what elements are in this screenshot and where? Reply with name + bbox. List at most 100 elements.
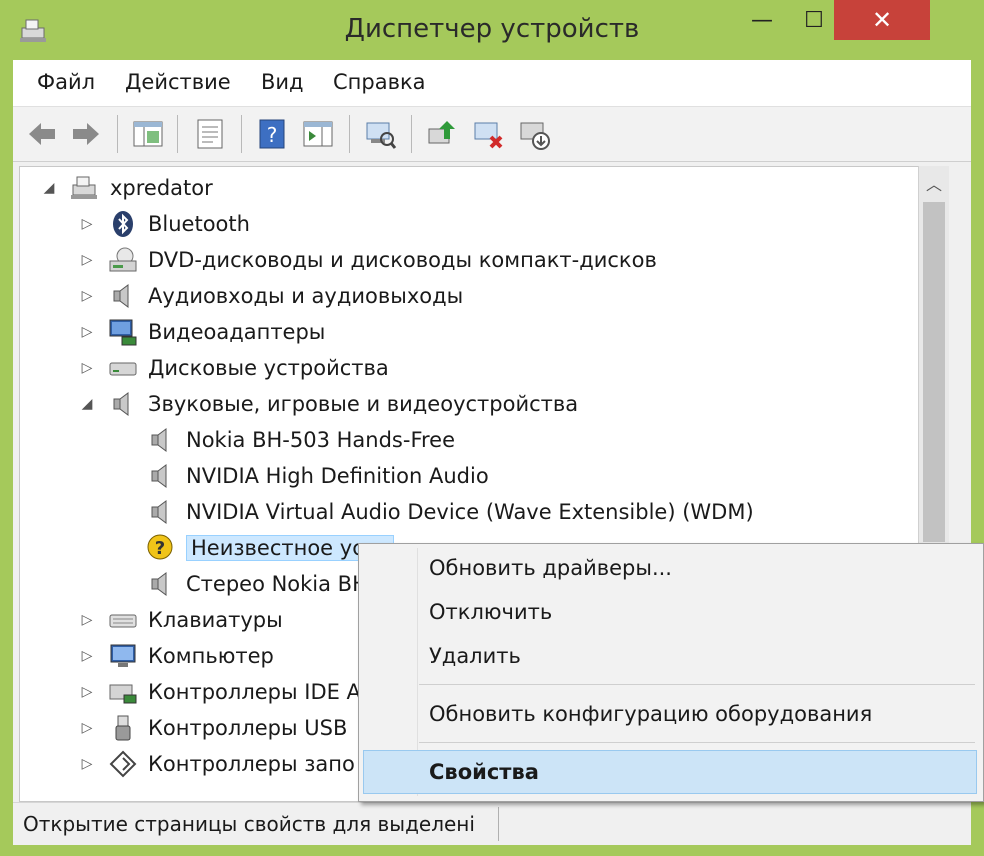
menu-item-uninstall[interactable]: Удалить bbox=[429, 644, 521, 668]
menu-help[interactable]: Справка bbox=[333, 70, 426, 94]
back-icon[interactable] bbox=[25, 117, 59, 151]
ide-controller-icon bbox=[108, 677, 138, 707]
usb-icon bbox=[108, 713, 138, 743]
title-bar[interactable]: Диспетчер устройств — ☐ ✕ bbox=[0, 0, 984, 60]
scan-hardware-icon[interactable] bbox=[363, 117, 397, 151]
tree-child-stereo-nokia[interactable]: Стерео Nokia BH bbox=[146, 567, 368, 601]
expand-arrow-icon[interactable]: ◢ bbox=[78, 396, 96, 412]
tree-child-nvidia-hda[interactable]: NVIDIA High Definition Audio bbox=[146, 459, 489, 493]
display-adapter-icon bbox=[108, 317, 138, 347]
forward-icon[interactable] bbox=[69, 117, 103, 151]
speaker-icon bbox=[108, 389, 138, 419]
tree-item-keyboards[interactable]: ▷ Клавиатуры bbox=[78, 603, 283, 637]
collapse-arrow-icon[interactable]: ▷ bbox=[78, 684, 96, 700]
tree-item-label: DVD-дисководы и дисководы компакт-дисков bbox=[148, 248, 657, 272]
collapse-arrow-icon[interactable]: ▷ bbox=[78, 288, 96, 304]
show-hide-console-tree-icon[interactable] bbox=[131, 117, 165, 151]
maximize-icon: ☐ bbox=[804, 7, 824, 33]
speaker-icon bbox=[108, 281, 138, 311]
menu-view[interactable]: Вид bbox=[261, 70, 304, 94]
menu-item-properties[interactable]: Свойства bbox=[429, 760, 539, 784]
dvd-drive-icon bbox=[108, 245, 138, 275]
tree-item-dvd[interactable]: ▷ DVD-дисководы и дисководы компакт-диск… bbox=[78, 243, 657, 277]
tree-item-label: Дисковые устройства bbox=[148, 356, 389, 380]
svg-text:?: ? bbox=[267, 123, 278, 147]
root-label: xpredator bbox=[110, 176, 213, 200]
svg-text:?: ? bbox=[155, 538, 165, 559]
tree-child-nvidia-virtual[interactable]: NVIDIA Virtual Audio Device (Wave Extens… bbox=[146, 495, 754, 529]
tree-item-label: NVIDIA Virtual Audio Device (Wave Extens… bbox=[186, 500, 754, 524]
tree-item-bluetooth[interactable]: ▷ Bluetooth bbox=[78, 207, 250, 241]
help-icon[interactable]: ? bbox=[255, 117, 289, 151]
tree-item-disk[interactable]: ▷ Дисковые устройства bbox=[78, 351, 389, 385]
collapse-arrow-icon[interactable]: ▷ bbox=[78, 360, 96, 376]
storage-controller-icon bbox=[108, 749, 138, 779]
collapse-arrow-icon[interactable]: ▷ bbox=[78, 216, 96, 232]
disable-device-icon[interactable] bbox=[471, 117, 505, 151]
menu-item-update-drivers[interactable]: Обновить драйверы... bbox=[429, 556, 672, 580]
collapse-arrow-icon[interactable]: ▷ bbox=[78, 720, 96, 736]
tree-item-ide[interactable]: ▷ Контроллеры IDE A bbox=[78, 675, 361, 709]
menu-file[interactable]: Файл bbox=[37, 70, 95, 94]
tree-item-label: Контроллеры запо bbox=[148, 752, 355, 776]
tree-item-usb[interactable]: ▷ Контроллеры USB bbox=[78, 711, 347, 745]
tree-item-label: Контроллеры IDE A bbox=[148, 680, 361, 704]
collapse-arrow-icon[interactable]: ▷ bbox=[78, 612, 96, 628]
speaker-icon bbox=[146, 425, 176, 455]
close-icon: ✕ bbox=[871, 6, 893, 34]
menu-action[interactable]: Действие bbox=[125, 70, 231, 94]
minimize-icon: — bbox=[751, 7, 773, 33]
unknown-device-icon: ? bbox=[146, 533, 176, 563]
tree-item-video[interactable]: ▷ Видеоадаптеры bbox=[78, 315, 325, 349]
collapse-arrow-icon[interactable]: ▷ bbox=[78, 648, 96, 664]
properties-icon[interactable] bbox=[193, 117, 227, 151]
tree-item-label: Стерео Nokia BH bbox=[186, 572, 368, 596]
status-separator bbox=[498, 807, 499, 841]
tree-item-label: Видеоадаптеры bbox=[148, 320, 326, 344]
action-pane-icon[interactable] bbox=[301, 117, 335, 151]
collapse-arrow-icon[interactable]: ▷ bbox=[78, 252, 96, 268]
maximize-button[interactable]: ☐ bbox=[788, 0, 840, 40]
update-driver-icon[interactable] bbox=[425, 117, 459, 151]
toolbar-separator bbox=[117, 115, 118, 153]
tree-item-label: Клавиатуры bbox=[148, 608, 283, 632]
menu-bar: Файл Действие Вид Справка bbox=[13, 60, 971, 107]
tree-child-nokia-handsfree[interactable]: Nokia BH-503 Hands-Free bbox=[146, 423, 455, 457]
toolbar: ? bbox=[13, 107, 971, 162]
chevron-up-icon: ︿ bbox=[925, 175, 942, 194]
expand-arrow-icon[interactable]: ◢ bbox=[40, 180, 58, 196]
tree-item-label: Nokia BH-503 Hands-Free bbox=[186, 428, 456, 452]
tree-item-label: Звуковые, игровые и видеоустройства bbox=[148, 392, 579, 416]
tree-root[interactable]: ◢ xpredator bbox=[40, 171, 213, 205]
toolbar-separator bbox=[241, 115, 242, 153]
tree-item-computer[interactable]: ▷ Компьютер bbox=[78, 639, 274, 673]
tree-item-audio-io[interactable]: ▷ Аудиовходы и аудиовыходы bbox=[78, 279, 463, 313]
scroll-up-button[interactable]: ︿ bbox=[919, 166, 949, 200]
speaker-icon bbox=[146, 569, 176, 599]
scroll-thumb[interactable] bbox=[923, 202, 945, 542]
tree-item-label: Аудиовходы и аудиовыходы bbox=[148, 284, 464, 308]
disk-drive-icon bbox=[108, 353, 138, 383]
context-menu-separator bbox=[419, 684, 975, 685]
speaker-icon bbox=[146, 497, 176, 527]
tree-item-sound[interactable]: ◢ Звуковые, игровые и видеоустройства bbox=[78, 387, 578, 421]
status-bar: Открытие страницы свойств для выделенi bbox=[13, 802, 971, 845]
speaker-icon bbox=[146, 461, 176, 491]
toolbar-separator bbox=[177, 115, 178, 153]
bluetooth-icon bbox=[108, 209, 138, 239]
tree-item-storage[interactable]: ▷ Контроллеры запо bbox=[78, 747, 355, 781]
collapse-arrow-icon[interactable]: ▷ bbox=[78, 756, 96, 772]
collapse-arrow-icon[interactable]: ▷ bbox=[78, 324, 96, 340]
keyboard-icon bbox=[108, 605, 138, 635]
tree-item-label: Компьютер bbox=[148, 644, 274, 668]
computer-root-icon bbox=[70, 173, 100, 203]
minimize-button[interactable]: — bbox=[736, 0, 788, 40]
monitor-icon bbox=[108, 641, 138, 671]
close-button[interactable]: ✕ bbox=[834, 0, 930, 40]
menu-item-scan-hardware[interactable]: Обновить конфигурацию оборудования bbox=[429, 702, 872, 726]
tree-item-label: NVIDIA High Definition Audio bbox=[186, 464, 489, 488]
uninstall-device-icon[interactable] bbox=[517, 117, 551, 151]
menu-item-disable[interactable]: Отключить bbox=[429, 600, 552, 624]
tree-item-label: Bluetooth bbox=[148, 212, 250, 236]
context-menu-separator bbox=[419, 742, 975, 743]
